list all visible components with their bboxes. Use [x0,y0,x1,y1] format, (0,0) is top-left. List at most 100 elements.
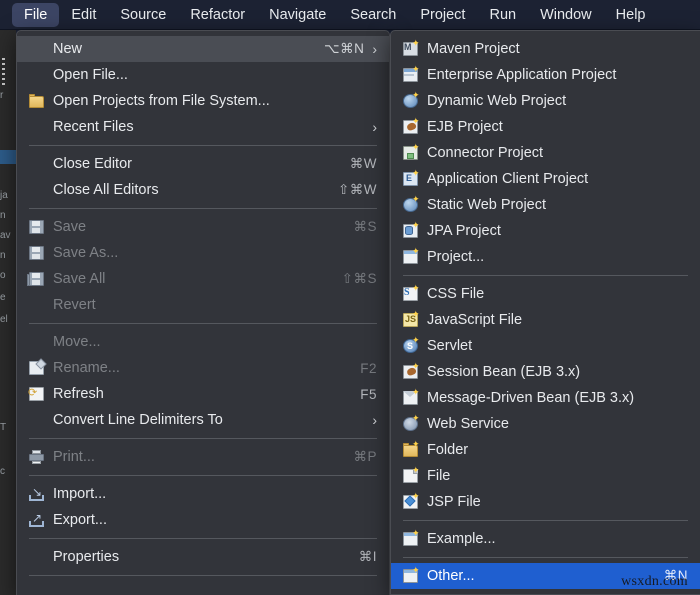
css-file-icon [401,286,421,302]
file-menu-item-separator [29,208,377,209]
file-menu-item-separator [29,323,377,324]
file-menu-item-refresh[interactable]: RefreshF5 [17,381,389,407]
menu-item-label: Enterprise Application Project [427,67,688,83]
menubar-item-run[interactable]: Run [477,3,528,27]
menu-item-label: CSS File [427,286,688,302]
menu-item-label: Recent Files [53,119,364,135]
folder-open-icon [27,93,47,109]
static-web-project-icon [401,197,421,213]
file-menu-item-close-all-editors[interactable]: Close All Editors⇧⌘W [17,177,389,203]
session-bean-icon [401,364,421,380]
file-menu-item-save-as: Save As... [17,240,389,266]
new-submenu-item-css-file[interactable]: CSS File [391,281,700,307]
new-submenu-item-folder[interactable]: Folder [391,437,700,463]
menu-item-label: Project... [427,249,688,265]
menu-item-label: JavaScript File [427,312,688,328]
new-submenu-item-jsp-file[interactable]: JSP File [391,489,700,515]
enterprise-application-icon [401,67,421,83]
new-submenu-panel[interactable]: Maven Project Enterprise Application Proj… [390,30,700,595]
ide-background-sliver: r ja n av n o e el T c [0,30,16,595]
file-menu-item-open-projects-from-file-system[interactable]: Open Projects from File System... [17,88,389,114]
javascript-file-icon [401,312,421,328]
menu-item-label: Refresh [53,386,346,402]
file-menu-item-recent-files[interactable]: Recent Files › [17,114,389,140]
file-menu-item-rename: Rename...F2 [17,355,389,381]
toolbar-dots [2,58,5,88]
menubar-item-source[interactable]: Source [108,3,178,27]
menu-item-label: Close Editor [53,156,336,172]
menubar-item-search[interactable]: Search [338,3,408,27]
new-submenu-item-maven-project[interactable]: Maven Project [391,36,700,62]
file-menu-item-new[interactable]: New⌥⌘N› [17,36,389,62]
menu-item-label: Print... [53,449,339,465]
dynamic-web-project-icon [401,93,421,109]
file-menu-item-separator [29,538,377,539]
file-menu-item-move: Move... [17,329,389,355]
new-submenu-item-static-web-project[interactable]: Static Web Project [391,192,700,218]
menu-item-label: Revert [53,297,377,313]
file-icon [401,468,421,484]
jpa-project-icon [401,223,421,239]
menu-bar[interactable]: FileEditSourceRefactorNavigateSearchProj… [0,0,700,30]
menu-item-label: Move... [53,334,377,350]
project-icon [401,249,421,265]
file-menu-panel[interactable]: New⌥⌘N›Open File...Open Projects from Fi… [16,30,390,595]
file-menu-item-convert-line-delimiters-to[interactable]: Convert Line Delimiters To› [17,407,389,433]
folder-icon [401,442,421,458]
file-menu-item-open-file[interactable]: Open File... [17,62,389,88]
new-submenu-item-file[interactable]: File [391,463,700,489]
menu-item-label: Servlet [427,338,688,354]
new-submenu-item-other[interactable]: Other...⌘N [391,563,700,589]
file-menu-item-separator [29,475,377,476]
servlet-icon [401,338,421,354]
menu-item-label: EJB Project [427,119,688,135]
file-menu-item-close-editor[interactable]: Close Editor⌘W [17,151,389,177]
menubar-item-window[interactable]: Window [528,3,604,27]
menu-item-label: JSP File [427,494,688,510]
new-submenu-item-dynamic-web-project[interactable]: Dynamic Web Project [391,88,700,114]
new-submenu-item-message-driven-bean-ejb-3-x[interactable]: Message-Driven Bean (EJB 3.x) [391,385,700,411]
other-icon [401,568,421,584]
menu-item-shortcut: F2 [346,361,377,376]
menubar-item-edit[interactable]: Edit [59,3,108,27]
menu-item-label: Connector Project [427,145,688,161]
menubar-item-file[interactable]: File [12,3,59,27]
menu-item-label: Import... [53,486,377,502]
chevron-right-icon: › [372,120,377,134]
file-menu-item-export[interactable]: Export... [17,507,389,533]
new-submenu-item-jpa-project[interactable]: JPA Project [391,218,700,244]
file-menu-item-import[interactable]: Import... [17,481,389,507]
new-submenu-item-connector-project[interactable]: Connector Project [391,140,700,166]
new-submenu-item-project[interactable]: Project... [391,244,700,270]
selected-tree-row [0,150,16,164]
new-submenu-item-javascript-file[interactable]: JavaScript File [391,307,700,333]
screen: r ja n av n o e el T c FileEditSourceRef… [0,0,700,595]
menubar-item-refactor[interactable]: Refactor [178,3,257,27]
menu-item-label: Save As... [53,245,377,261]
save-as-icon [27,245,47,261]
new-submenu-item-enterprise-application-project[interactable]: Enterprise Application Project [391,62,700,88]
menu-item-label: Static Web Project [427,197,688,213]
file-menu-item-separator [29,438,377,439]
menu-item-label: Convert Line Delimiters To [53,412,364,428]
new-submenu-item-ejb-project[interactable]: EJB Project [391,114,700,140]
new-submenu-item-separator [403,557,688,558]
print-icon [27,449,47,465]
menu-item-label: Example... [427,531,688,547]
menubar-item-project[interactable]: Project [408,3,477,27]
new-submenu-item-session-bean-ejb-3-x[interactable]: Session Bean (EJB 3.x) [391,359,700,385]
new-submenu-item-servlet[interactable]: Servlet [391,333,700,359]
file-menu-item-properties[interactable]: Properties⌘I [17,544,389,570]
new-submenu-item-application-client-project[interactable]: Application Client Project [391,166,700,192]
new-submenu-item-example[interactable]: Example... [391,526,700,552]
new-submenu-item-web-service[interactable]: Web Service [391,411,700,437]
menu-item-shortcut: ⌘W [336,156,377,172]
menubar-item-navigate[interactable]: Navigate [257,3,338,27]
menu-item-shortcut: ⌘S [339,219,377,235]
menu-item-label: Web Service [427,416,688,432]
menubar-item-help[interactable]: Help [604,3,658,27]
file-menu-item-save-all: Save All⇧⌘S [17,266,389,292]
menu-item-label: Folder [427,442,688,458]
file-menu-item-separator [29,575,377,576]
menu-item-label: Close All Editors [53,182,324,198]
